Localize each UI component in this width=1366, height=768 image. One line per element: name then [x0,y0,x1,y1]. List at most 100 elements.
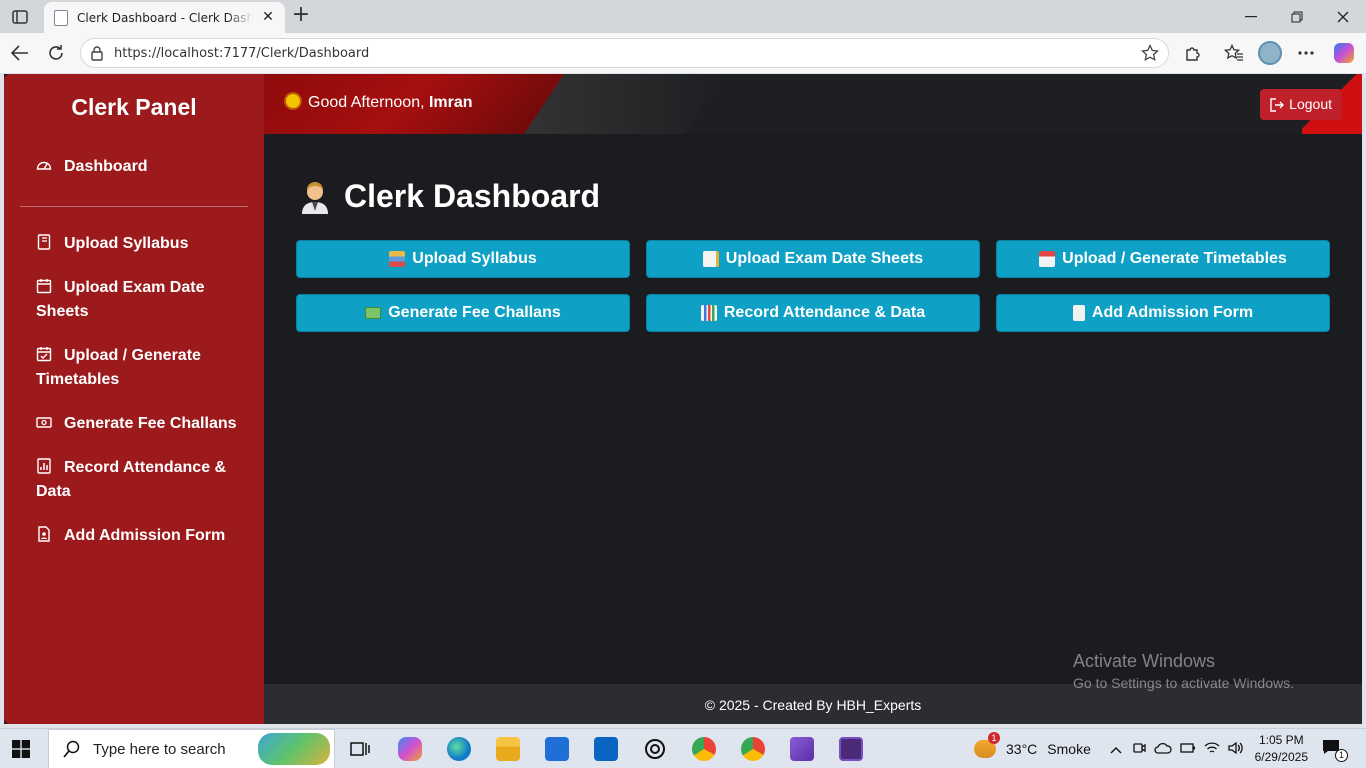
logout-icon [1270,97,1285,112]
bar-chart-icon [700,305,717,321]
copilot-app-icon[interactable] [398,737,422,761]
page-favicon-icon [54,9,68,26]
sidebar-item-record-attendance[interactable]: Record Attendance & Data [36,456,246,504]
action-label: Upload Syllabus [412,250,537,267]
windows-start-icon[interactable] [12,740,30,758]
record-attendance-button[interactable]: Record Attendance & Data [646,294,980,332]
action-label: Upload Exam Date Sheets [725,250,924,267]
search-placeholder: Type here to search [93,740,226,758]
edge-browser-icon[interactable] [447,737,471,761]
page-title-text: Clerk Dashboard [344,178,601,214]
action-label: Generate Fee Challans [388,304,561,321]
logout-label: Logout [1289,96,1332,112]
file-explorer-icon[interactable] [496,737,520,761]
greeting-text: Good Afternoon, [308,94,425,111]
notification-icon: 1 [1322,739,1348,762]
page-title: Clerk Dashboard [300,178,600,215]
meet-now-icon[interactable] [1132,741,1146,758]
chrome-profile-icon[interactable] [741,737,765,761]
sidebar-item-dashboard[interactable]: Dashboard [36,155,246,179]
more-menu-icon[interactable] [1294,41,1318,65]
receipt-icon [1072,305,1085,321]
search-icon [63,740,80,758]
weather-text: Smoke [1047,741,1091,757]
task-view-icon[interactable] [348,737,372,761]
sidebar-item-upload-generate-timetables[interactable]: Upload / Generate Timetables [36,344,246,392]
copilot-icon[interactable] [1332,41,1356,65]
sidebar-item-upload-syllabus[interactable]: Upload Syllabus [36,232,246,256]
watermark-title: Activate Windows [1073,651,1216,671]
action-label: Add Admission Form [1091,304,1254,321]
chart-icon [37,458,51,474]
action-label: Upload / Generate Timetables [1062,250,1287,267]
battery-plug-icon[interactable] [1180,741,1196,757]
close-window-button[interactable] [1320,0,1366,33]
upload-generate-timetables-button[interactable]: Upload / Generate Timetables [996,240,1330,278]
books-icon [389,251,406,267]
weather-icon: 1 [974,732,1000,758]
minimize-button[interactable] [1228,0,1274,33]
system-tray [1108,729,1244,768]
top-header: Good Afternoon, Imran Logout [264,74,1362,134]
sun-icon [286,94,300,108]
site-info-icon[interactable] [90,45,104,65]
outlook-icon[interactable] [594,737,618,761]
microsoft-store-icon[interactable] [545,737,569,761]
volume-icon[interactable] [1228,741,1244,758]
clock-time: 1:05 PM [1258,733,1304,747]
document-person-icon [38,526,50,542]
weather-temp: 33°C [1006,741,1038,757]
weather-widget[interactable]: 1 33°C Smoke [974,729,1091,768]
footer-text: © 2025 - Created By HBH_Experts [704,697,922,713]
extensions-icon[interactable] [1181,41,1205,65]
cash-icon [36,417,52,428]
calendar-icon [36,279,52,294]
tab-actions-icon[interactable] [8,6,32,28]
logout-button[interactable]: Logout [1260,89,1342,120]
browser-tab-title: Clerk Dashboard - Clerk Dashboard [77,10,253,25]
back-arrow-icon[interactable] [8,41,32,65]
upload-exam-date-sheets-button[interactable]: Upload Exam Date Sheets [646,240,980,278]
action-label: Record Attendance & Data [723,304,926,321]
gauge-icon [36,161,52,170]
console-app-icon[interactable] [839,737,863,761]
money-icon [365,307,382,319]
system-clock[interactable]: 1:05 PM 6/29/2025 [1255,732,1308,766]
activate-windows-watermark: Activate Windows Go to Settings to activ… [1073,651,1294,691]
watermark-subtitle: Go to Settings to activate Windows. [1073,675,1294,691]
app-window: Clerk Panel Dashboard Upload Syllabus Up… [4,74,1362,724]
add-admission-form-button[interactable]: Add Admission Form [996,294,1330,332]
browser-tab-active[interactable]: Clerk Dashboard - Clerk Dashboard ✕ [44,2,285,33]
chatgpt-icon[interactable] [643,737,667,761]
generate-fee-challans-button[interactable]: Generate Fee Challans [296,294,630,332]
greeting: Good Afternoon, Imran [286,94,473,112]
profile-avatar-icon[interactable] [1258,41,1282,65]
sidebar-item-label: Record Attendance & Data [36,459,227,500]
onedrive-cloud-icon[interactable] [1154,741,1172,757]
sidebar-item-generate-fee-challans[interactable]: Generate Fee Challans [36,412,246,436]
address-bar[interactable]: https://localhost:7177/Clerk/Dashboard [80,38,1169,68]
upload-syllabus-button[interactable]: Upload Syllabus [296,240,630,278]
sidebar: Clerk Panel Dashboard Upload Syllabus Up… [4,74,264,724]
chevron-up-icon[interactable] [1108,741,1124,757]
search-highlight-image [258,733,330,765]
favorites-icon[interactable] [1222,41,1246,65]
favorite-star-icon[interactable] [1141,43,1159,66]
memo-icon [702,251,719,267]
sidebar-item-label: Dashboard [64,158,148,175]
chrome-icon[interactable] [692,737,716,761]
restore-button[interactable] [1274,0,1320,33]
visual-studio-icon[interactable] [790,737,814,761]
sidebar-item-label: Add Admission Form [64,527,226,544]
weather-badge: 1 [988,732,1000,744]
close-tab-icon[interactable]: ✕ [260,9,276,25]
reload-icon[interactable] [44,41,68,65]
address-url: https://localhost:7177/Clerk/Dashboard [114,46,370,61]
wifi-icon[interactable] [1204,741,1220,758]
new-tab-button[interactable]: + [290,4,312,27]
taskbar-search-box[interactable]: Type here to search [48,729,335,768]
notifications-button[interactable]: 1 [1322,729,1348,768]
sidebar-item-add-admission-form[interactable]: Add Admission Form [36,524,246,548]
sidebar-item-upload-exam-date-sheets[interactable]: Upload Exam Date Sheets [36,276,246,324]
browser-tab-strip: Clerk Dashboard - Clerk Dashboard ✕ + [0,0,1366,33]
